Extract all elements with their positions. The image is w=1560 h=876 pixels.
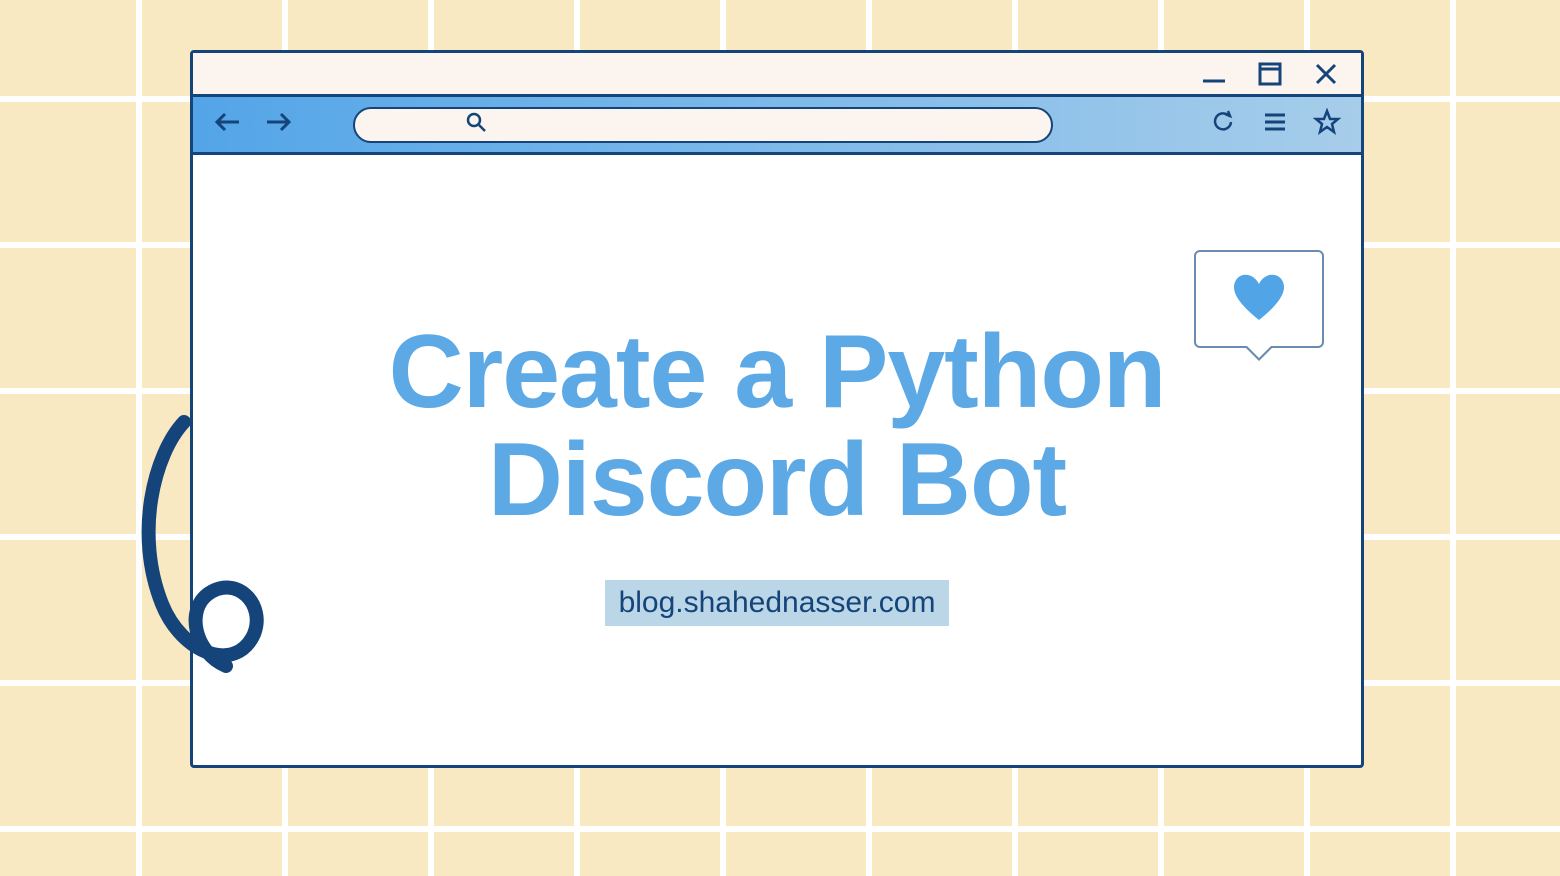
minimize-icon[interactable] <box>1201 61 1227 87</box>
toolbar <box>193 97 1361 155</box>
scribble-decoration <box>126 414 316 704</box>
search-icon <box>465 111 487 138</box>
address-bar[interactable] <box>353 107 1053 143</box>
heart-popup <box>1194 250 1324 348</box>
url-badge: blog.shahednasser.com <box>605 580 950 626</box>
menu-icon[interactable] <box>1261 108 1289 141</box>
toolbar-right <box>1209 108 1341 141</box>
browser-window: Create a Python Discord Bot blog.shahedn… <box>190 50 1364 768</box>
maximize-icon[interactable] <box>1257 61 1283 87</box>
star-icon[interactable] <box>1313 108 1341 141</box>
refresh-icon[interactable] <box>1209 108 1237 141</box>
heart-icon <box>1229 270 1289 329</box>
content-area: Create a Python Discord Bot blog.shahedn… <box>193 155 1361 759</box>
titlebar <box>193 53 1361 97</box>
forward-button[interactable] <box>263 110 293 139</box>
back-button[interactable] <box>213 110 243 139</box>
page-heading: Create a Python Discord Bot <box>193 318 1361 534</box>
close-icon[interactable] <box>1313 61 1339 87</box>
